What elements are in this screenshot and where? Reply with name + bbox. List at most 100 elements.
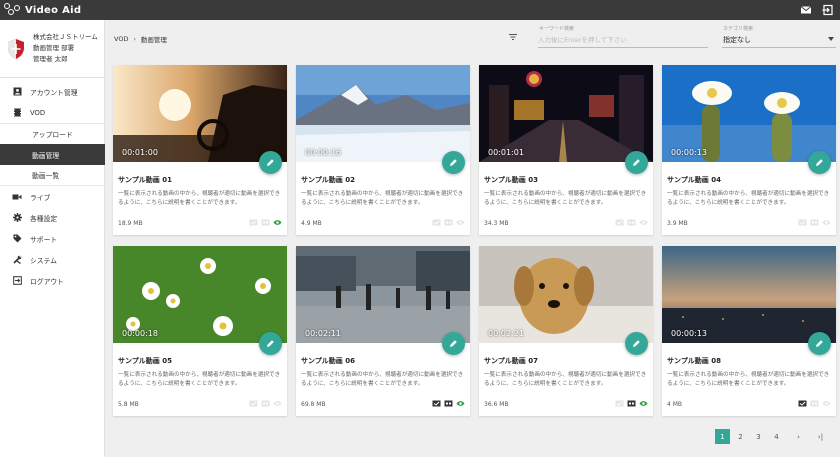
video-title: サンプル動画 03 (484, 176, 538, 184)
video-file-size: 4.9 MB (301, 220, 322, 227)
approved-badge-icon[interactable] (615, 400, 624, 407)
video-description: 一覧に表示される動画の中から、視聴者が適切に動画を選択できるように、こちらに説明… (484, 372, 647, 387)
sidebar-item-logout[interactable]: ログアウト (0, 270, 105, 291)
visibility-eye-icon[interactable] (456, 400, 465, 407)
video-file-size: 36.6 MB (484, 401, 509, 408)
video-status-badges (798, 400, 831, 407)
pencil-icon (267, 340, 274, 347)
edit-button[interactable] (808, 151, 831, 174)
video-card[interactable]: 00:01:01 サンプル動画 03 一覧に表示される動画の中から、視聴者が適切に動… (479, 65, 653, 235)
video-duration: 00:00:13 (671, 148, 707, 157)
last-page-button[interactable]: ›| (813, 429, 828, 444)
top-bar: Video Aid (0, 0, 840, 20)
subtitle-badge-icon[interactable] (444, 219, 453, 226)
page-1-button[interactable]: 1 (715, 429, 730, 444)
approved-badge-icon[interactable] (798, 400, 807, 407)
sidebar-subitem-upload[interactable]: アップロード (0, 123, 105, 144)
video-duration: 00:02:21 (488, 329, 524, 338)
approved-badge-icon[interactable] (432, 400, 441, 407)
breadcrumb: VOD › 動画管理 (114, 34, 167, 44)
app-logo[interactable]: Video Aid (4, 2, 81, 18)
sidebar-item-settings[interactable]: 各種設定 (0, 207, 105, 228)
sidebar-item-support[interactable]: サポート (0, 228, 105, 249)
video-title: サンプル動画 02 (301, 176, 355, 184)
visibility-eye-icon[interactable] (639, 219, 648, 226)
chevron-right-icon: › (133, 35, 136, 43)
org-user: 管理者 太郎 (33, 55, 68, 63)
category-label: カテゴリ検索 (723, 26, 754, 32)
logout-icon (12, 276, 22, 286)
sidebar-item-label: VOD (30, 108, 46, 117)
video-description: 一覧に表示される動画の中から、視聴者が適切に動画を選択できるように、こちらに説明… (667, 191, 830, 206)
subtitle-badge-icon[interactable] (444, 400, 453, 407)
edit-button[interactable] (259, 151, 282, 174)
subtitle-badge-icon[interactable] (810, 400, 819, 407)
video-card[interactable]: 00:00:16 サンプル動画 02 一覧に表示される動画の中から、視聴者が適切に動… (296, 65, 470, 235)
video-description: 一覧に表示される動画の中から、視聴者が適切に動画を選択できるように、こちらに説明… (301, 191, 464, 206)
edit-button[interactable] (625, 151, 648, 174)
approved-badge-icon[interactable] (249, 219, 258, 226)
sidebar: 株式会社ＪＳトリーム 動画管理 部署 管理者 太郎 アカウント管理 VOD アッ… (0, 20, 105, 457)
video-card[interactable]: 00:02:11 サンプル動画 06 一覧に表示される動画の中から、視聴者が適切に動… (296, 246, 470, 416)
subtitle-badge-icon[interactable] (627, 219, 636, 226)
sidebar-item-label: システム (30, 256, 57, 265)
subtitle-badge-icon[interactable] (261, 400, 270, 407)
approved-badge-icon[interactable] (798, 219, 807, 226)
video-card[interactable]: 00:01:00 サンプル動画 01 一覧に表示される動画の中から、視聴者が適切に動… (113, 65, 287, 235)
pencil-icon (816, 159, 823, 166)
video-card[interactable]: 00:02:21 サンプル動画 07 一覧に表示される動画の中から、視聴者が適切に動… (479, 246, 653, 416)
video-card[interactable]: 00:00:18 サンプル動画 05 一覧に表示される動画の中から、視聴者が適切に動… (113, 246, 287, 416)
video-status-badges (249, 400, 282, 407)
org-company: 株式会社ＪＳトリーム (33, 33, 98, 41)
pencil-icon (633, 159, 640, 166)
visibility-eye-icon[interactable] (273, 219, 282, 226)
sidebar-item-vod[interactable]: VOD (0, 102, 105, 123)
video-title: サンプル動画 04 (667, 176, 721, 184)
page-3-button[interactable]: 3 (751, 429, 766, 444)
approved-badge-icon[interactable] (615, 219, 624, 226)
page-2-button[interactable]: 2 (733, 429, 748, 444)
edit-button[interactable] (442, 332, 465, 355)
video-description: 一覧に表示される動画の中から、視聴者が適切に動画を選択できるように、こちらに説明… (118, 191, 281, 206)
subtitle-badge-icon[interactable] (261, 219, 270, 226)
edit-button[interactable] (808, 332, 831, 355)
visibility-eye-icon[interactable] (822, 400, 831, 407)
sidebar-item-label: 動画管理 (32, 151, 60, 160)
video-camera-icon (12, 192, 22, 202)
page-4-button[interactable]: 4 (769, 429, 784, 444)
video-duration: 00:01:00 (122, 148, 158, 157)
sidebar-item-label: ログアウト (30, 277, 64, 286)
approved-badge-icon[interactable] (249, 400, 258, 407)
sidebar-subitem-video-management[interactable]: 動画管理 (0, 144, 105, 165)
subtitle-badge-icon[interactable] (627, 400, 636, 407)
edit-button[interactable] (442, 151, 465, 174)
visibility-eye-icon[interactable] (639, 400, 648, 407)
visibility-eye-icon[interactable] (822, 219, 831, 226)
breadcrumb-root[interactable]: VOD (114, 35, 128, 43)
video-status-badges (615, 219, 648, 226)
video-card[interactable]: 00:00:13 サンプル動画 04 一覧に表示される動画の中から、視聴者が適切に動… (662, 65, 836, 235)
pencil-icon (450, 159, 457, 166)
sidebar-item-label: アカウント管理 (30, 88, 78, 97)
mail-icon[interactable] (800, 4, 812, 16)
pencil-icon (267, 159, 274, 166)
category-select[interactable]: カテゴリ検索 指定なし (722, 24, 836, 48)
video-card[interactable]: 00:00:13 サンプル動画 08 一覧に表示される動画の中から、視聴者が適切に動… (662, 246, 836, 416)
edit-button[interactable] (625, 332, 648, 355)
exit-icon[interactable] (822, 4, 834, 16)
visibility-eye-icon[interactable] (273, 400, 282, 407)
visibility-eye-icon[interactable] (456, 219, 465, 226)
next-page-button[interactable]: › (791, 429, 806, 444)
sidebar-subitem-video-list[interactable]: 動画一覧 (0, 165, 105, 186)
sidebar-item-account[interactable]: アカウント管理 (0, 81, 105, 102)
pencil-icon (450, 340, 457, 347)
video-title: サンプル動画 06 (301, 357, 355, 365)
subtitle-badge-icon[interactable] (810, 219, 819, 226)
sidebar-item-live[interactable]: ライブ (0, 186, 105, 207)
sidebar-item-system[interactable]: システム (0, 249, 105, 270)
approved-badge-icon[interactable] (432, 219, 441, 226)
filter-icon[interactable] (508, 32, 518, 42)
keyword-search-input[interactable] (538, 34, 706, 46)
pagination: 1 2 3 4 › ›| (715, 429, 831, 444)
edit-button[interactable] (259, 332, 282, 355)
